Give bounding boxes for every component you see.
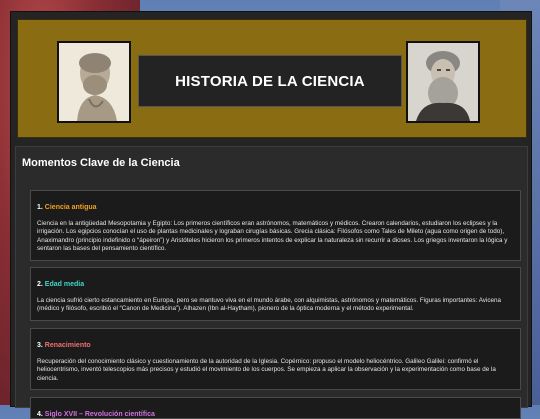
card-number: 4.	[37, 411, 43, 418]
content-section: Momentos Clave de la Ciencia 1. Ciencia …	[15, 146, 528, 419]
page-title: HISTORIA DE LA CIENCIA	[175, 72, 365, 90]
timeline-card: 1. Ciencia antigua Ciencia en la antigüe…	[30, 190, 521, 261]
card-number: 2.	[37, 281, 43, 288]
card-number: 1.	[37, 204, 43, 211]
scientist-portrait	[406, 41, 480, 123]
card-header: 2. Edad media	[37, 281, 520, 288]
card-title: Renacimiento	[44, 342, 91, 349]
card-header: 4. Siglo XVII – Revolución científica	[37, 411, 520, 418]
philosopher-bust-image	[59, 43, 129, 121]
timeline-card: 2. Edad media La ciencia sufrió cierto e…	[30, 267, 521, 321]
title-banner: HISTORIA DE LA CIENCIA	[138, 55, 402, 107]
card-title: Edad media	[44, 281, 85, 288]
scientist-photo-image	[408, 43, 478, 121]
card-text: La ciencia sufrió cierto estancamiento e…	[37, 297, 501, 313]
card-header: 3. Renacimiento	[37, 342, 520, 349]
philosopher-portrait	[57, 41, 131, 123]
section-heading: Momentos Clave de la Ciencia	[22, 157, 180, 169]
card-header: 1. Ciencia antigua	[37, 204, 520, 211]
card-text: Recuperación del conocimiento clásico y …	[37, 358, 496, 382]
timeline-card: 4. Siglo XVII – Revolución científica	[30, 397, 521, 419]
page-header: HISTORIA DE LA CIENCIA	[17, 19, 527, 138]
page-container: HISTORIA DE LA CIENCIA Momentos Clave de…	[10, 11, 532, 419]
card-title: Siglo XVII – Revolución científica	[44, 411, 155, 418]
card-text: Ciencia en la antigüedad Mesopotamia y E…	[37, 220, 508, 252]
timeline-card: 3. Renacimiento Recuperación del conocim…	[30, 328, 521, 390]
card-number: 3.	[37, 342, 43, 349]
card-title: Ciencia antigua	[44, 204, 97, 211]
